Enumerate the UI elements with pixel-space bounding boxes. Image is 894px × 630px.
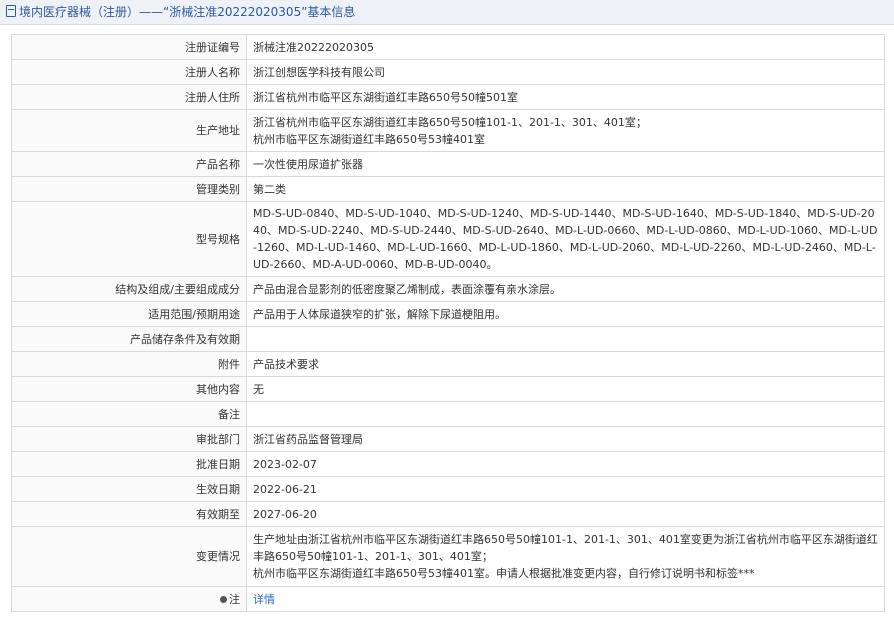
row-value: 浙江省杭州市临平区东湖街道红丰路650号50幢101-1、201-1、301、4… — [246, 109, 885, 152]
row-label: 生产地址 — [11, 109, 247, 152]
table-row: 适用范围/预期用途 产品用于人体尿道狭窄的扩张，解除下尿道梗阻用。 — [11, 301, 885, 327]
row-label: 有效期至 — [11, 501, 247, 527]
row-label: 审批部门 — [11, 426, 247, 452]
row-value: 2023-02-07 — [246, 451, 885, 477]
row-label: 结构及组成/主要组成成分 — [11, 276, 247, 302]
row-value: 第二类 — [246, 176, 885, 202]
row-value: 2022-06-21 — [246, 476, 885, 502]
row-value — [246, 401, 885, 427]
detail-table: 注册证编号 浙械注准20222020305 注册人名称 浙江创想医学科技有限公司… — [11, 34, 885, 612]
bullet-icon — [220, 595, 227, 603]
table-row: 附件 产品技术要求 — [11, 351, 885, 377]
table-row: 变更情况 生产地址由浙江省杭州市临平区东湖街道红丰路650号50幢101-1、2… — [11, 526, 885, 587]
row-label: 注 — [11, 586, 247, 612]
table-row: 审批部门 浙江省药品监督管理局 — [11, 426, 885, 452]
table-row: 有效期至 2027-06-20 — [11, 501, 885, 527]
row-label: 批准日期 — [11, 451, 247, 477]
row-value — [246, 326, 885, 352]
row-value: 生产地址由浙江省杭州市临平区东湖街道红丰路650号50幢101-1、201-1、… — [246, 526, 885, 587]
row-value: 浙械注准20222020305 — [246, 34, 885, 60]
row-value: 产品用于人体尿道狭窄的扩张，解除下尿道梗阻用。 — [246, 301, 885, 327]
value-line: 杭州市临平区东湖街道红丰路650号53幢401室 — [253, 132, 485, 146]
row-label: 变更情况 — [11, 526, 247, 587]
details-link[interactable]: 详情 — [253, 593, 275, 606]
row-label: 其他内容 — [11, 376, 247, 402]
row-value: 2027-06-20 — [246, 501, 885, 527]
row-label: 附件 — [11, 351, 247, 377]
row-label: 适用范围/预期用途 — [11, 301, 247, 327]
value-line: 杭州市临平区东湖街道红丰路650号53幢401室。申请人根据批准变更内容，自行修… — [253, 567, 755, 580]
document-icon — [6, 5, 16, 17]
row-label: 注册人住所 — [11, 84, 247, 110]
value-line: 浙江省杭州市临平区东湖街道红丰路650号50幢101-1、201-1、301、4… — [253, 115, 647, 129]
table-row: 生效日期 2022-06-21 — [11, 476, 885, 502]
value-line: 生产地址由浙江省杭州市临平区东湖街道红丰路650号50幢101-1、201-1、… — [253, 533, 878, 563]
table-row: 管理类别 第二类 — [11, 176, 885, 202]
page-title-bar: 境内医疗器械（注册）——“浙械注准20222020305”基本信息 — [0, 0, 894, 25]
row-value: 浙江省药品监督管理局 — [246, 426, 885, 452]
table-row: 注 详情 — [11, 586, 885, 612]
row-value: 浙江省杭州市临平区东湖街道红丰路650号50幢501室 — [246, 84, 885, 110]
table-row: 型号规格 MD-S-UD-0840、MD-S-UD-1040、MD-S-UD-1… — [11, 201, 885, 277]
row-value: 产品由混合显影剂的低密度聚乙烯制成，表面涂覆有亲水涂层。 — [246, 276, 885, 302]
row-label: 管理类别 — [11, 176, 247, 202]
row-label: 备注 — [11, 401, 247, 427]
row-label: 注册人名称 — [11, 59, 247, 85]
row-value: 产品技术要求 — [246, 351, 885, 377]
table-row: 备注 — [11, 401, 885, 427]
row-value: 一次性使用尿道扩张器 — [246, 151, 885, 177]
row-label: 产品名称 — [11, 151, 247, 177]
table-row: 产品名称 一次性使用尿道扩张器 — [11, 151, 885, 177]
page-title: 境内医疗器械（注册）——“浙械注准20222020305”基本信息 — [19, 5, 356, 19]
table-row: 注册证编号 浙械注准20222020305 — [11, 34, 885, 60]
row-value: MD-S-UD-0840、MD-S-UD-1040、MD-S-UD-1240、M… — [246, 201, 885, 277]
row-value: 无 — [246, 376, 885, 402]
table-row: 产品储存条件及有效期 — [11, 326, 885, 352]
row-label: 型号规格 — [11, 201, 247, 277]
row-value: 浙江创想医学科技有限公司 — [246, 59, 885, 85]
table-row: 注册人住所 浙江省杭州市临平区东湖街道红丰路650号50幢501室 — [11, 84, 885, 110]
note-label: 注 — [229, 592, 240, 606]
table-row: 批准日期 2023-02-07 — [11, 451, 885, 477]
row-value: 详情 — [246, 586, 885, 612]
table-row: 注册人名称 浙江创想医学科技有限公司 — [11, 59, 885, 85]
table-row: 生产地址 浙江省杭州市临平区东湖街道红丰路650号50幢101-1、201-1、… — [11, 109, 885, 152]
table-row: 结构及组成/主要组成成分 产品由混合显影剂的低密度聚乙烯制成，表面涂覆有亲水涂层… — [11, 276, 885, 302]
table-row: 其他内容 无 — [11, 376, 885, 402]
row-label: 生效日期 — [11, 476, 247, 502]
row-label: 注册证编号 — [11, 34, 247, 60]
row-label: 产品储存条件及有效期 — [11, 326, 247, 352]
